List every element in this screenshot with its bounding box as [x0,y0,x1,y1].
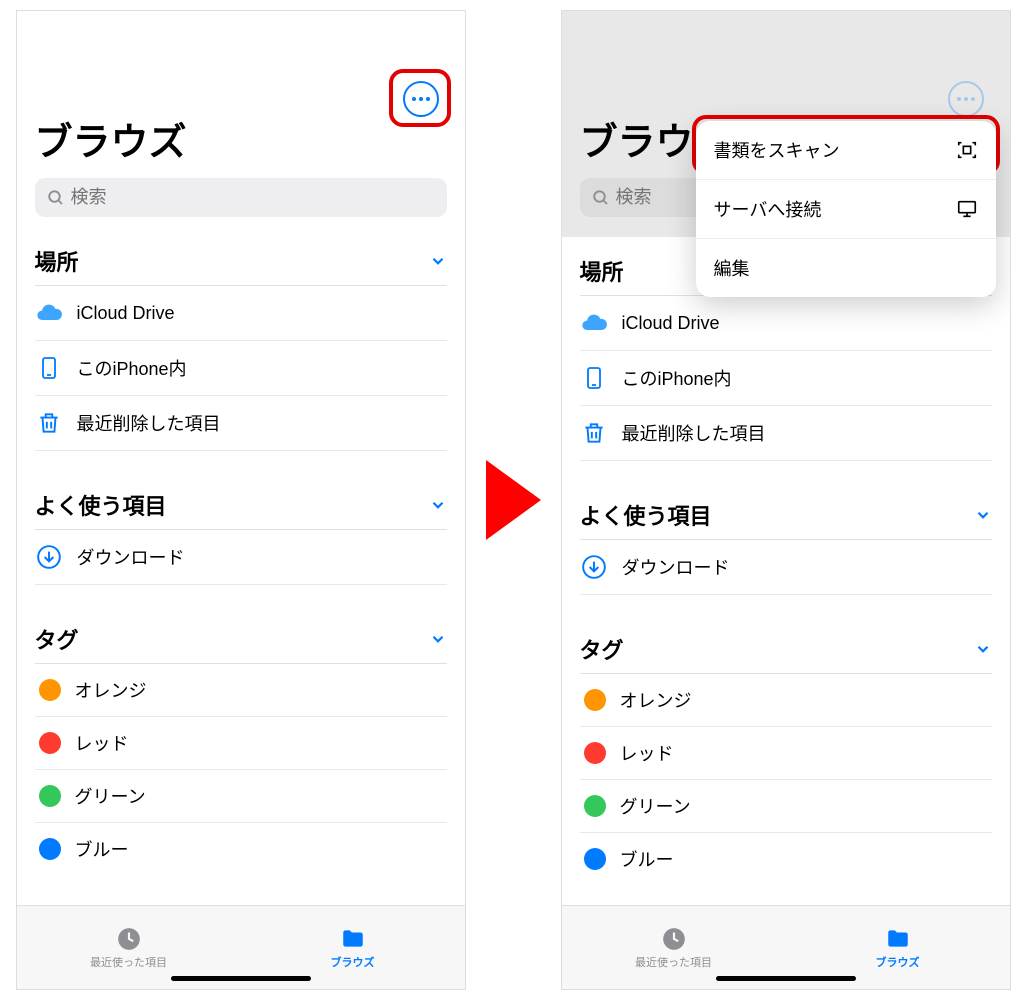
clock-icon [116,926,142,952]
chevron-down-icon [429,630,447,648]
phone-screen-right: ブラウズ 書類をスキャン サーバへ接続 編集 場所 iCloud Drive こ [561,10,1011,990]
chevron-down-icon [974,506,992,524]
tag-color-icon [584,848,606,870]
cloud-icon [580,309,608,337]
location-icloud-drive[interactable]: iCloud Drive [35,286,447,341]
folder-icon [339,926,367,952]
menu-connect-server[interactable]: サーバへ接続 [696,180,996,239]
location-icloud-drive[interactable]: iCloud Drive [580,296,992,351]
tag-color-icon [39,838,61,860]
more-options-button[interactable] [948,81,984,117]
search-icon [592,189,610,207]
more-options-button[interactable] [403,81,439,117]
section-header-tags[interactable]: タグ [35,605,447,664]
section-header-favorites[interactable]: よく使う項目 [35,471,447,530]
trash-icon [35,409,63,437]
location-recently-deleted[interactable]: 最近削除した項目 [35,396,447,451]
tag-orange[interactable]: オレンジ [35,664,447,717]
trash-icon [580,419,608,447]
tag-color-icon [584,742,606,764]
ellipsis-icon [412,97,430,101]
favorite-downloads[interactable]: ダウンロード [580,540,992,595]
location-on-iphone[interactable]: このiPhone内 [580,351,992,406]
monitor-icon [956,198,978,220]
page-title: ブラウズ [35,111,447,166]
menu-edit[interactable]: 編集 [696,239,996,297]
section-header-locations[interactable]: 場所 [35,227,447,286]
iphone-icon [580,364,608,392]
tag-color-icon [39,732,61,754]
chevron-down-icon [429,252,447,270]
section-header-tags[interactable]: タグ [580,615,992,674]
download-icon [580,553,608,581]
tag-red[interactable]: レッド [35,717,447,770]
menu-scan-documents[interactable]: 書類をスキャン [696,121,996,180]
location-recently-deleted[interactable]: 最近削除した項目 [580,406,992,461]
tag-green[interactable]: グリーン [580,780,992,833]
tag-orange[interactable]: オレンジ [580,674,992,727]
scan-icon [956,139,978,161]
home-indicator[interactable] [171,976,311,981]
chevron-down-icon [974,640,992,658]
search-icon [47,189,65,207]
clock-icon [661,926,687,952]
tag-color-icon [39,679,61,701]
arrow-right-icon [486,460,541,540]
folder-icon [884,926,912,952]
more-options-menu: 書類をスキャン サーバへ接続 編集 [696,121,996,297]
search-input[interactable] [71,187,435,208]
section-header-favorites[interactable]: よく使う項目 [580,481,992,540]
chevron-down-icon [429,496,447,514]
ellipsis-icon [957,97,975,101]
tag-red[interactable]: レッド [580,727,992,780]
tag-color-icon [39,785,61,807]
location-on-iphone[interactable]: このiPhone内 [35,341,447,396]
cloud-icon [35,299,63,327]
favorite-downloads[interactable]: ダウンロード [35,530,447,585]
tag-green[interactable]: グリーン [35,770,447,823]
tag-blue[interactable]: ブルー [35,823,447,875]
phone-screen-left: ブラウズ 場所 iCloud Drive このiPhone内 最近削除した項目 … [16,10,466,990]
search-bar[interactable] [35,178,447,217]
home-indicator[interactable] [716,976,856,981]
tag-blue[interactable]: ブルー [580,833,992,885]
tag-color-icon [584,795,606,817]
download-icon [35,543,63,571]
tag-color-icon [584,689,606,711]
iphone-icon [35,354,63,382]
